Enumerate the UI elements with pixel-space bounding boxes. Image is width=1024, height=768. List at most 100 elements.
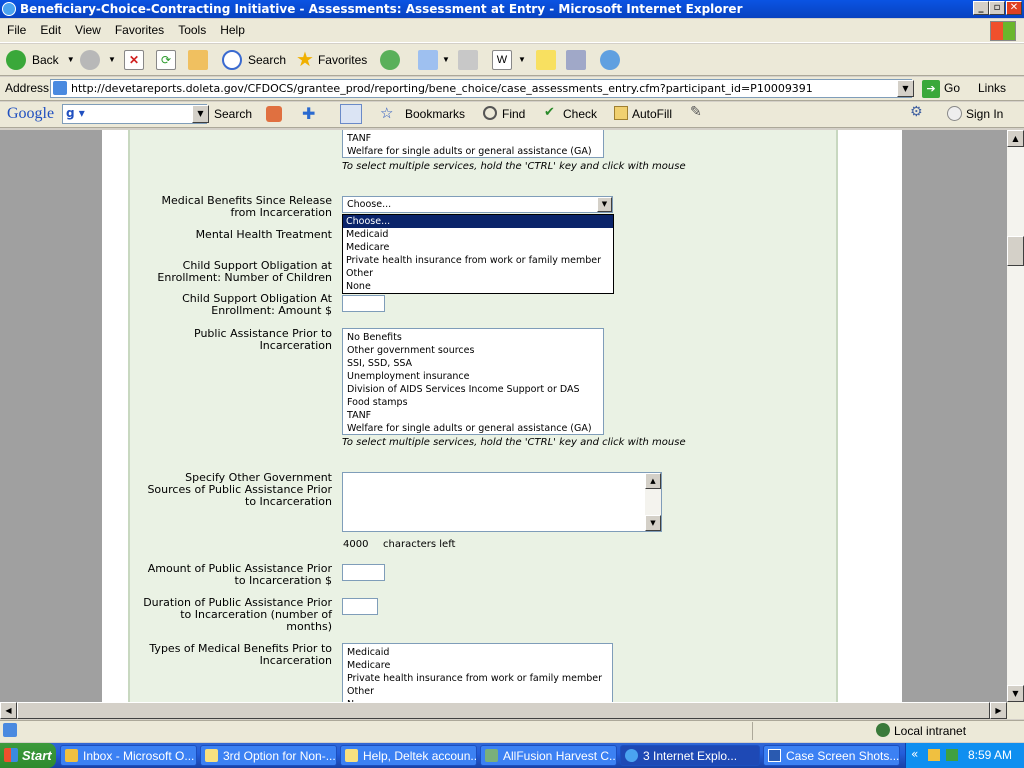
- amount-public-assistance-input[interactable]: [342, 564, 385, 581]
- messenger-button[interactable]: [600, 48, 620, 72]
- list-item[interactable]: Medicaid: [347, 646, 612, 659]
- other-government-sources-textarea[interactable]: [342, 472, 662, 532]
- mail-message-icon: [205, 749, 218, 762]
- dropdown-option[interactable]: None: [343, 280, 613, 293]
- home-button[interactable]: [188, 48, 208, 72]
- taskbar-item-allfusion[interactable]: AllFusion Harvest C...: [480, 745, 617, 766]
- scroll-left-icon[interactable]: ◀: [0, 702, 17, 719]
- list-item[interactable]: TANF: [347, 132, 603, 145]
- print-icon: [458, 50, 478, 70]
- dropdown-option[interactable]: Private health insurance from work or fa…: [343, 254, 613, 267]
- multi-select-hint: To select multiple services, hold the 'C…: [342, 437, 686, 448]
- refresh-button[interactable]: ⟳: [156, 48, 176, 72]
- minimize-button[interactable]: _: [973, 1, 989, 15]
- note-button[interactable]: [536, 48, 556, 72]
- bookmarks-button[interactable]: Bookmarks: [405, 107, 465, 121]
- textarea-scrollbar[interactable]: ▲ ▼: [645, 473, 661, 531]
- medical-benefits-select[interactable]: Choose...: [342, 196, 613, 213]
- back-button[interactable]: Back ▼: [6, 48, 75, 72]
- list-item[interactable]: Private health insurance from work or fa…: [347, 672, 612, 685]
- medical-benefits-since-release-label: Medical Benefits Since Release from Inca…: [161, 194, 332, 219]
- mail-button[interactable]: ▼: [418, 48, 450, 72]
- tray-expand-chevron-icon[interactable]: «: [911, 747, 918, 761]
- google-search-dropdown[interactable]: ▼: [192, 105, 209, 123]
- signin-button[interactable]: Sign In: [966, 107, 1003, 121]
- dropdown-option[interactable]: Choose...: [343, 215, 613, 228]
- plus-icon[interactable]: ✚: [302, 104, 315, 123]
- scroll-up-icon[interactable]: ▲: [1007, 130, 1024, 147]
- list-item[interactable]: No Benefits: [347, 331, 603, 344]
- tray-network-icon[interactable]: [946, 749, 958, 761]
- check-button[interactable]: Check: [563, 107, 597, 121]
- go-button[interactable]: Go: [944, 81, 960, 95]
- chevron-down-icon[interactable]: ▼: [597, 197, 612, 212]
- taskbar-item-internet-explorer[interactable]: 3 Internet Explo...: [620, 745, 760, 766]
- child-support-amount-input[interactable]: [342, 295, 385, 312]
- page-viewport: TANF Welfare for single adults or genera…: [0, 130, 1007, 702]
- highlight-icon[interactable]: ✎: [690, 104, 702, 120]
- list-item[interactable]: TANF: [347, 409, 603, 422]
- list-item[interactable]: SSI, SSD, SSA: [347, 357, 603, 370]
- clock: 8:59 AM: [967, 748, 1012, 762]
- list-item[interactable]: Welfare for single adults or general ass…: [347, 145, 603, 157]
- menu-help[interactable]: Help: [213, 19, 252, 41]
- edit-button[interactable]: W ▼: [492, 48, 526, 72]
- search-button[interactable]: Search: [222, 48, 286, 72]
- autofill-button[interactable]: AutoFill: [632, 107, 672, 121]
- page-vertical-scrollbar[interactable]: [1007, 130, 1024, 702]
- stop-button[interactable]: ✕: [124, 48, 144, 72]
- print-button[interactable]: [458, 48, 478, 72]
- menu-favorites[interactable]: Favorites: [108, 19, 171, 41]
- outlook-icon: [65, 749, 78, 762]
- intranet-globe-icon: [876, 723, 890, 737]
- other-government-sources-label: Specify Other Government Sources of Publ…: [147, 471, 332, 508]
- list-item[interactable]: Food stamps: [347, 396, 603, 409]
- address-dropdown-button[interactable]: ▼: [897, 80, 914, 97]
- dropdown-option[interactable]: Medicaid: [343, 228, 613, 241]
- scroll-down-icon[interactable]: ▼: [645, 515, 661, 531]
- horizontal-scroll-thumb[interactable]: [17, 702, 990, 719]
- dropdown-option[interactable]: Other: [343, 267, 613, 280]
- menu-file[interactable]: File: [0, 19, 33, 41]
- scroll-down-icon[interactable]: ▼: [1007, 685, 1024, 702]
- google-news-icon[interactable]: [266, 106, 282, 122]
- list-item[interactable]: Welfare for single adults or general ass…: [347, 422, 603, 434]
- list-item[interactable]: Other: [347, 685, 612, 698]
- research-icon: [566, 50, 586, 70]
- close-button[interactable]: ✕: [1006, 1, 1022, 15]
- history-button[interactable]: [380, 48, 400, 72]
- google-search-button[interactable]: Search: [214, 107, 252, 121]
- list-item[interactable]: Medicare: [347, 659, 612, 672]
- list-item[interactable]: Unemployment insurance: [347, 370, 603, 383]
- menu-tools[interactable]: Tools: [171, 19, 213, 41]
- scroll-right-icon[interactable]: ▶: [990, 702, 1007, 719]
- list-item[interactable]: Division of AIDS Services Income Support…: [347, 383, 603, 396]
- taskbar-item-3rd-option[interactable]: 3rd Option for Non-...: [200, 745, 337, 766]
- taskbar-item-help-deltek[interactable]: Help, Deltek accoun...: [340, 745, 477, 766]
- previous-services-listbox[interactable]: TANF Welfare for single adults or genera…: [342, 130, 604, 158]
- popup-blocker-icon[interactable]: [340, 104, 362, 124]
- address-input[interactable]: http://devetareports.doleta.gov/CFDOCS/g…: [50, 79, 912, 98]
- settings-wrench-icon[interactable]: ⚙: [910, 104, 923, 120]
- taskbar-item-case-screen-shots[interactable]: Case Screen Shots....: [763, 745, 900, 766]
- maximize-button[interactable]: ▫: [989, 1, 1005, 15]
- dropdown-option[interactable]: Medicare: [343, 241, 613, 254]
- menu-view[interactable]: View: [68, 19, 108, 41]
- list-item[interactable]: Other government sources: [347, 344, 603, 357]
- page-icon: [53, 81, 67, 95]
- find-button[interactable]: Find: [502, 107, 525, 121]
- scroll-corner: [1007, 702, 1024, 719]
- scroll-up-icon[interactable]: ▲: [645, 473, 661, 489]
- links-button[interactable]: Links: [978, 81, 1006, 95]
- tray-mail-icon[interactable]: [928, 749, 940, 761]
- research-button[interactable]: [566, 48, 586, 72]
- medical-benefits-dropdown-list[interactable]: Choose... Medicaid Medicare Private heal…: [342, 214, 614, 294]
- duration-public-assistance-input[interactable]: [342, 598, 378, 615]
- favorites-button[interactable]: ★ Favorites: [296, 48, 367, 72]
- menu-edit[interactable]: Edit: [33, 19, 68, 41]
- types-medical-benefits-listbox[interactable]: Medicaid Medicare Private health insuran…: [342, 643, 613, 702]
- public-assistance-listbox[interactable]: No Benefits Other government sources SSI…: [342, 328, 604, 435]
- taskbar-item-inbox[interactable]: Inbox - Microsoft O...: [60, 745, 197, 766]
- vertical-scroll-thumb[interactable]: [1007, 236, 1024, 266]
- forward-button[interactable]: ▼: [80, 48, 116, 72]
